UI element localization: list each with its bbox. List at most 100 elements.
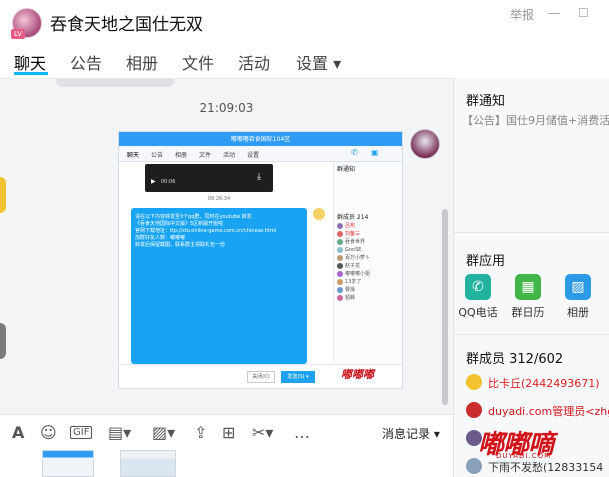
embedded-tabs: 聊天 公告 相册 文件 活动 设置 ✆ ▣ bbox=[119, 146, 402, 162]
embedded-line: 官网下载地址：ttp://sto.online-game.com.cn/chin… bbox=[135, 228, 277, 234]
member-avatar-icon bbox=[337, 270, 343, 277]
play-icon: ▶ bbox=[151, 178, 156, 185]
embedded-line: 转发后保留截图，联系群主领取礼包一份 bbox=[135, 242, 226, 248]
pasted-image-thumbnail[interactable] bbox=[120, 450, 176, 477]
more-icon[interactable]: … bbox=[294, 423, 310, 442]
message-input[interactable] bbox=[0, 450, 453, 477]
divider bbox=[454, 334, 609, 335]
member-name: 比卡丘(2442493671) bbox=[488, 377, 600, 390]
app-album[interactable]: ▨ 相册 bbox=[552, 274, 604, 320]
maximize-button[interactable]: ☐ bbox=[578, 6, 589, 20]
video-time: 00:06 bbox=[161, 179, 176, 185]
embedded-tab: 公告 bbox=[151, 152, 164, 159]
member-avatar-icon bbox=[337, 278, 343, 285]
gif-icon[interactable]: GIF bbox=[70, 426, 93, 439]
font-icon[interactable]: A bbox=[12, 423, 24, 442]
tab-announcement[interactable]: 公告 bbox=[70, 50, 102, 74]
chat-scrollbar[interactable] bbox=[442, 209, 448, 405]
scissors-icon[interactable]: ✂▾ bbox=[252, 423, 273, 442]
embedded-member: 曹操 bbox=[337, 286, 401, 294]
notice-text[interactable]: 【公告】国仕9月储值+消费活 bbox=[462, 112, 609, 128]
embedded-member: 吞食世界 bbox=[337, 238, 401, 246]
title-bar: LV 吞食天地之国仕无双 举报 — ☐ bbox=[0, 0, 609, 40]
upload-icon[interactable]: ⇪ bbox=[194, 423, 207, 442]
divider bbox=[454, 232, 609, 233]
video-icon[interactable]: ▤▾ bbox=[108, 423, 131, 442]
apps-heading: 群应用 bbox=[466, 254, 506, 269]
pasted-image-thumbnail[interactable] bbox=[42, 450, 94, 477]
app-calendar[interactable]: ▦ 群日历 bbox=[502, 274, 554, 320]
embedded-video: ▶ 00:06 ⤓ bbox=[145, 164, 273, 192]
members-heading: 群成员 312/602 bbox=[466, 352, 564, 367]
app-label: 相册 bbox=[567, 306, 589, 319]
embedded-notice-label: 群通知 bbox=[337, 166, 356, 173]
embedded-member: 刘备三 bbox=[337, 230, 401, 238]
embedded-member: GooSE bbox=[337, 246, 401, 254]
embedded-members-label: 群成员 214 bbox=[337, 214, 369, 221]
emoji-icon[interactable]: ☺ bbox=[40, 423, 57, 442]
image-message[interactable]: 嘟嘟嘟吞食国际104区 聊天 公告 相册 文件 活动 设置 ✆ ▣ ▶ 00:0… bbox=[118, 131, 403, 389]
embedded-line: 加群好友人数：嘟嘟嘟 bbox=[135, 235, 186, 241]
sticker-left-edge bbox=[0, 177, 6, 213]
embedded-tab: 相册 bbox=[175, 152, 188, 159]
embedded-tab: 文件 bbox=[199, 152, 212, 159]
active-tab-indicator bbox=[14, 72, 48, 75]
sender-avatar[interactable] bbox=[410, 129, 440, 159]
tab-activity[interactable]: 活动 bbox=[238, 50, 270, 74]
site-logo-subtitle: DUYADI.COM bbox=[496, 452, 552, 460]
app-label: QQ电话 bbox=[458, 306, 498, 319]
input-toolbar: A ☺ GIF ▤▾ ▨▾ ⇪ ⊞ ✂▾ … 消息记录 ▾ bbox=[0, 414, 453, 450]
minimize-button[interactable]: — bbox=[548, 6, 560, 20]
group-tabs: 聊天 公告 相册 文件 活动 设置 ▾ bbox=[0, 44, 609, 78]
embedded-timestamp: 08:26:34 bbox=[207, 196, 231, 202]
message-timestamp: 21:09:03 bbox=[199, 101, 254, 115]
download-icon: ⤓ bbox=[257, 172, 261, 182]
tab-settings[interactable]: 设置 ▾ bbox=[296, 50, 341, 74]
member-avatar-icon bbox=[337, 254, 343, 261]
gift-icon[interactable]: ⊞ bbox=[222, 423, 235, 442]
embedded-titlebar: 嘟嘟嘟吞食国际104区 bbox=[119, 132, 402, 146]
member-avatar bbox=[466, 402, 482, 418]
embedded-member: 吕布 bbox=[337, 222, 401, 230]
embedded-tab: 聊天 bbox=[127, 152, 140, 159]
message-history-button[interactable]: 消息记录 ▾ bbox=[382, 425, 440, 442]
app-qq-phone[interactable]: ✆ QQ电话 bbox=[452, 274, 504, 320]
embedded-title: 嘟嘟嘟吞食国际104区 bbox=[230, 136, 291, 143]
notice-heading: 群通知 bbox=[466, 94, 506, 109]
embedded-member: 嘟嘟嘟小姐 bbox=[337, 270, 401, 278]
group-title: 吞食天地之国仕无双 bbox=[50, 15, 203, 35]
side-panel: 群通知 【公告】国仕9月储值+消费活 群应用 ✆ QQ电话 ▦ 群日历 ▨ 相册… bbox=[453, 78, 609, 477]
member-avatar-icon bbox=[337, 230, 343, 237]
member-avatar-icon bbox=[337, 286, 343, 293]
group-avatar[interactable]: LV bbox=[11, 8, 42, 39]
tab-files[interactable]: 文件 bbox=[182, 50, 214, 74]
embedded-member: 貂蝉 bbox=[337, 294, 401, 302]
member-name: 下雨不发愁(12833154 bbox=[488, 461, 604, 474]
member-avatar-icon bbox=[337, 238, 343, 245]
tab-chat[interactable]: 聊天 bbox=[14, 50, 46, 74]
member-name: duyadi.com管理员<zhg bbox=[488, 405, 609, 418]
picture-icon: ▨ bbox=[565, 274, 591, 300]
tab-album[interactable]: 相册 bbox=[126, 50, 158, 74]
chat-area: 21:09:03 嘟嘟嘟吞食国际104区 聊天 公告 相册 文件 活动 设置 ✆… bbox=[0, 78, 453, 414]
embedded-send-button: 发送(S) ▾ bbox=[281, 371, 315, 383]
member-avatar bbox=[466, 374, 482, 390]
member-avatar-icon bbox=[337, 246, 343, 253]
embedded-line: 《吞食天地国际中文版》5区新服开服啦 bbox=[135, 221, 224, 227]
phone-icon: ✆ bbox=[465, 274, 491, 300]
report-button[interactable]: 举报 bbox=[510, 6, 534, 23]
image-icon[interactable]: ▨▾ bbox=[152, 423, 175, 442]
history-bar[interactable] bbox=[56, 79, 174, 87]
embedded-avatar bbox=[313, 208, 325, 220]
embedded-member: 赵子龙 bbox=[337, 262, 401, 270]
embedded-line: 请在以下内容转发至3个qq群，同时在youtube 转发 bbox=[135, 214, 252, 220]
embedded-watermark: 嘟嘟嘟 bbox=[341, 368, 374, 381]
level-badge-icon: LV bbox=[11, 29, 25, 39]
embedded-blue-bubble: 请在以下内容转发至3个qq群，同时在youtube 转发 《吞食天地国际中文版》… bbox=[131, 208, 307, 364]
screen-share-icon: ▣ bbox=[371, 148, 379, 157]
embedded-tab: 活动 bbox=[223, 152, 236, 159]
member-avatar-icon bbox=[337, 222, 343, 229]
embedded-side-panel: 群通知 群成员 214 吕布 刘备三 吞食世界 GooSE 百万小萝卜 赵子龙 … bbox=[333, 162, 401, 362]
embedded-close-button: 关闭(C) bbox=[247, 371, 275, 383]
app-label: 群日历 bbox=[511, 306, 545, 319]
